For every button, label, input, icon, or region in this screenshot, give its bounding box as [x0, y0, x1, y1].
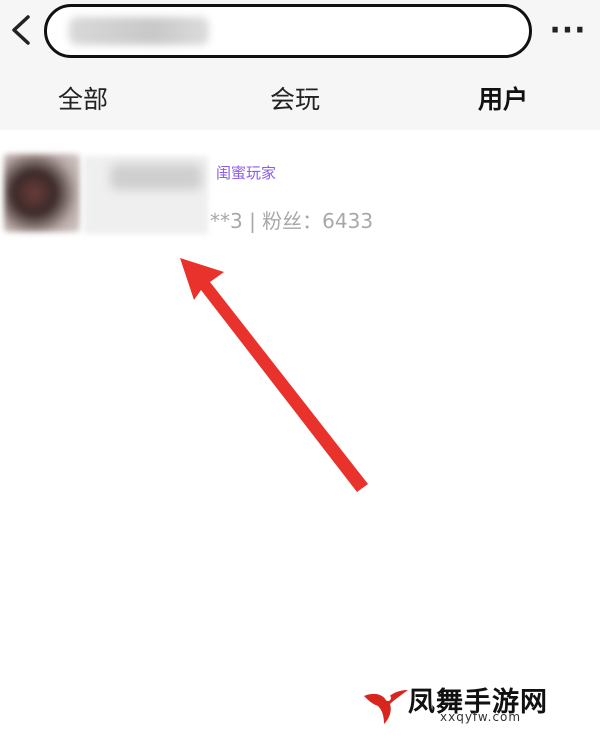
tab-all[interactable]: 全部	[58, 80, 108, 116]
watermark-url: xxqyfw.com	[440, 710, 522, 724]
back-button[interactable]	[6, 10, 36, 50]
tab-play[interactable]: 会玩	[270, 80, 320, 116]
tab-user-label: 用户	[478, 85, 529, 114]
tab-user[interactable]: 用户	[476, 80, 532, 116]
search-tabs: 全部 会玩 用户	[0, 70, 600, 126]
user-result-row[interactable]: 闺蜜玩家 **3 | 粉丝：6433	[0, 150, 600, 240]
user-meta: **3 | 粉丝：6433	[210, 209, 374, 233]
tab-all-label: 全部	[58, 85, 109, 114]
tab-play-label: 会玩	[270, 85, 321, 114]
watermark: 凤舞手游网 xxqyfw.com	[360, 678, 592, 732]
search-query-blurred	[69, 17, 209, 45]
avatar	[4, 154, 80, 232]
phoenix-logo-icon	[364, 690, 408, 724]
top-bar: ··· 全部 会玩 用户	[0, 0, 600, 130]
search-input[interactable]	[44, 4, 532, 58]
more-options-button[interactable]: ···	[544, 10, 592, 50]
username-blurred	[110, 164, 202, 190]
chevron-left-icon	[12, 15, 30, 45]
user-badge: 闺蜜玩家	[216, 164, 277, 182]
